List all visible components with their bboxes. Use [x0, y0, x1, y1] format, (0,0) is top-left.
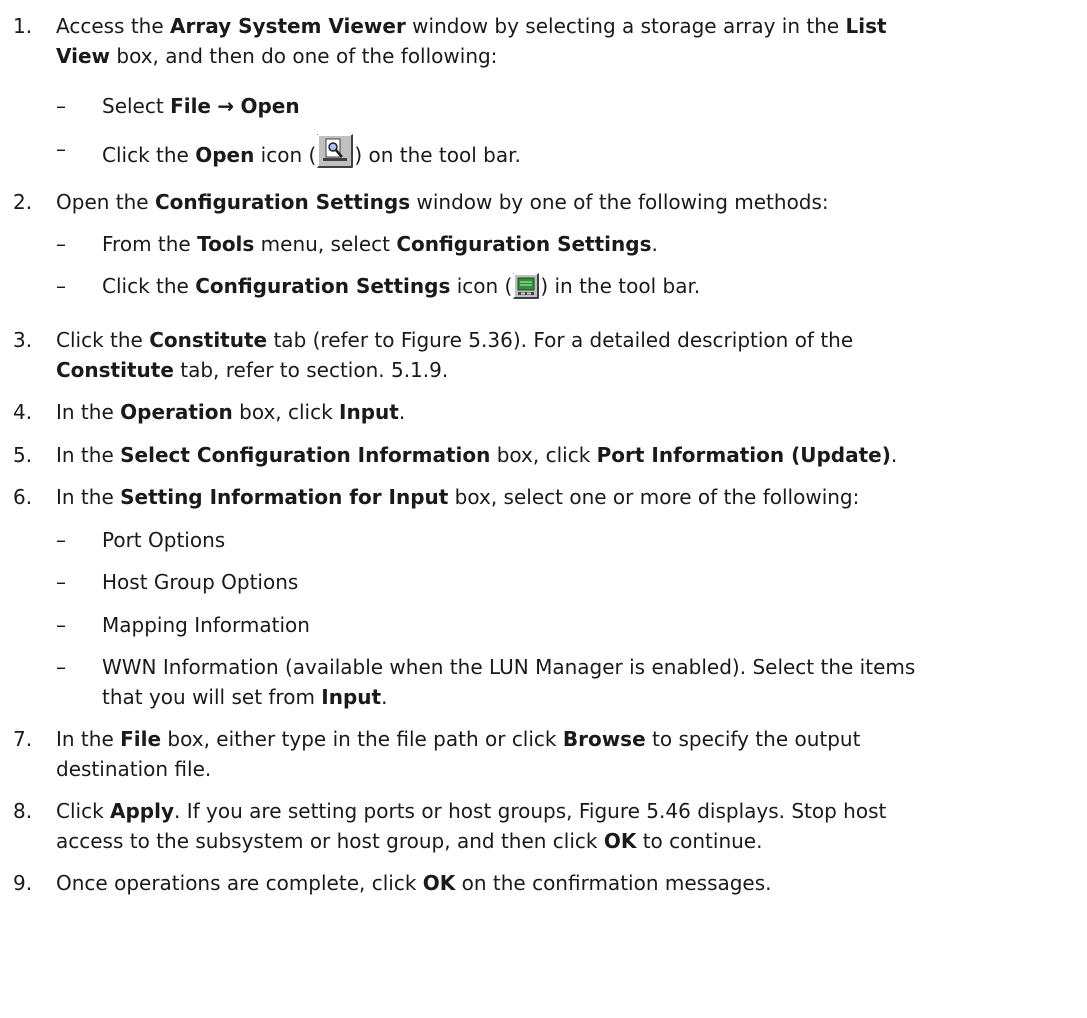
step-number: 6.	[13, 485, 33, 509]
dash-bullet: –	[56, 137, 66, 161]
dash-bullet: –	[56, 613, 66, 637]
procedure-document: 1. Access the Array System Viewer window…	[0, 0, 1087, 1018]
substep-text: Click the Configuration Settings icon ( …	[102, 271, 700, 307]
substep-text: Host Group Options	[102, 570, 299, 594]
open-magnifier-icon	[317, 134, 354, 176]
substep-text: that you will set from Input.	[102, 685, 388, 709]
dash-bullet: –	[56, 655, 66, 679]
step-number: 7.	[13, 727, 33, 751]
step-number: 3.	[13, 328, 33, 352]
dash-bullet: –	[56, 232, 66, 256]
step-text-line: Constitute tab, refer to section. 5.1.9.	[56, 358, 449, 382]
step-text-line: destination file.	[56, 757, 212, 781]
step-number: 2.	[13, 190, 33, 214]
step-number: 4.	[13, 400, 33, 424]
arrow-right-icon: →	[217, 94, 235, 118]
step-text-line: In the File box, either type in the file…	[56, 727, 861, 751]
step-text-line: In the Setting Information for Input box…	[56, 485, 860, 509]
step-text-line: Click Apply. If you are setting ports or…	[56, 799, 887, 823]
step-text-line: Once operations are complete, click OK o…	[56, 871, 772, 895]
step-text-line: Click the Constitute tab (refer to Figur…	[56, 328, 854, 352]
step-number: 5.	[13, 443, 33, 467]
dash-bullet: –	[56, 94, 66, 118]
substep-text: From the Tools menu, select Configuratio…	[102, 232, 658, 256]
substep-text: WWN Information (available when the LUN …	[102, 655, 916, 679]
step-text-line: Open the Configuration Settings window b…	[56, 190, 829, 214]
step-number: 8.	[13, 799, 33, 823]
substep-text: Select File → Open	[102, 94, 300, 118]
step-text-line: In the Operation box, click Input.	[56, 400, 406, 424]
dash-bullet: –	[56, 570, 66, 594]
step-text-line: View box, and then do one of the followi…	[56, 44, 498, 68]
step-text-line: Access the Array System Viewer window by…	[56, 14, 887, 38]
step-text-line: In the Select Configuration Information …	[56, 443, 898, 467]
step-number: 9.	[13, 871, 33, 895]
step-text-line: access to the subsystem or host group, a…	[56, 829, 763, 853]
configuration-settings-icon	[513, 273, 540, 307]
dash-bullet: –	[56, 274, 66, 298]
substep-text: Mapping Information	[102, 613, 310, 637]
dash-bullet: –	[56, 528, 66, 552]
substep-text: Click the Open icon ( ) on the tool bar.	[102, 134, 521, 176]
substep-text: Port Options	[102, 528, 226, 552]
step-number: 1.	[13, 14, 33, 38]
